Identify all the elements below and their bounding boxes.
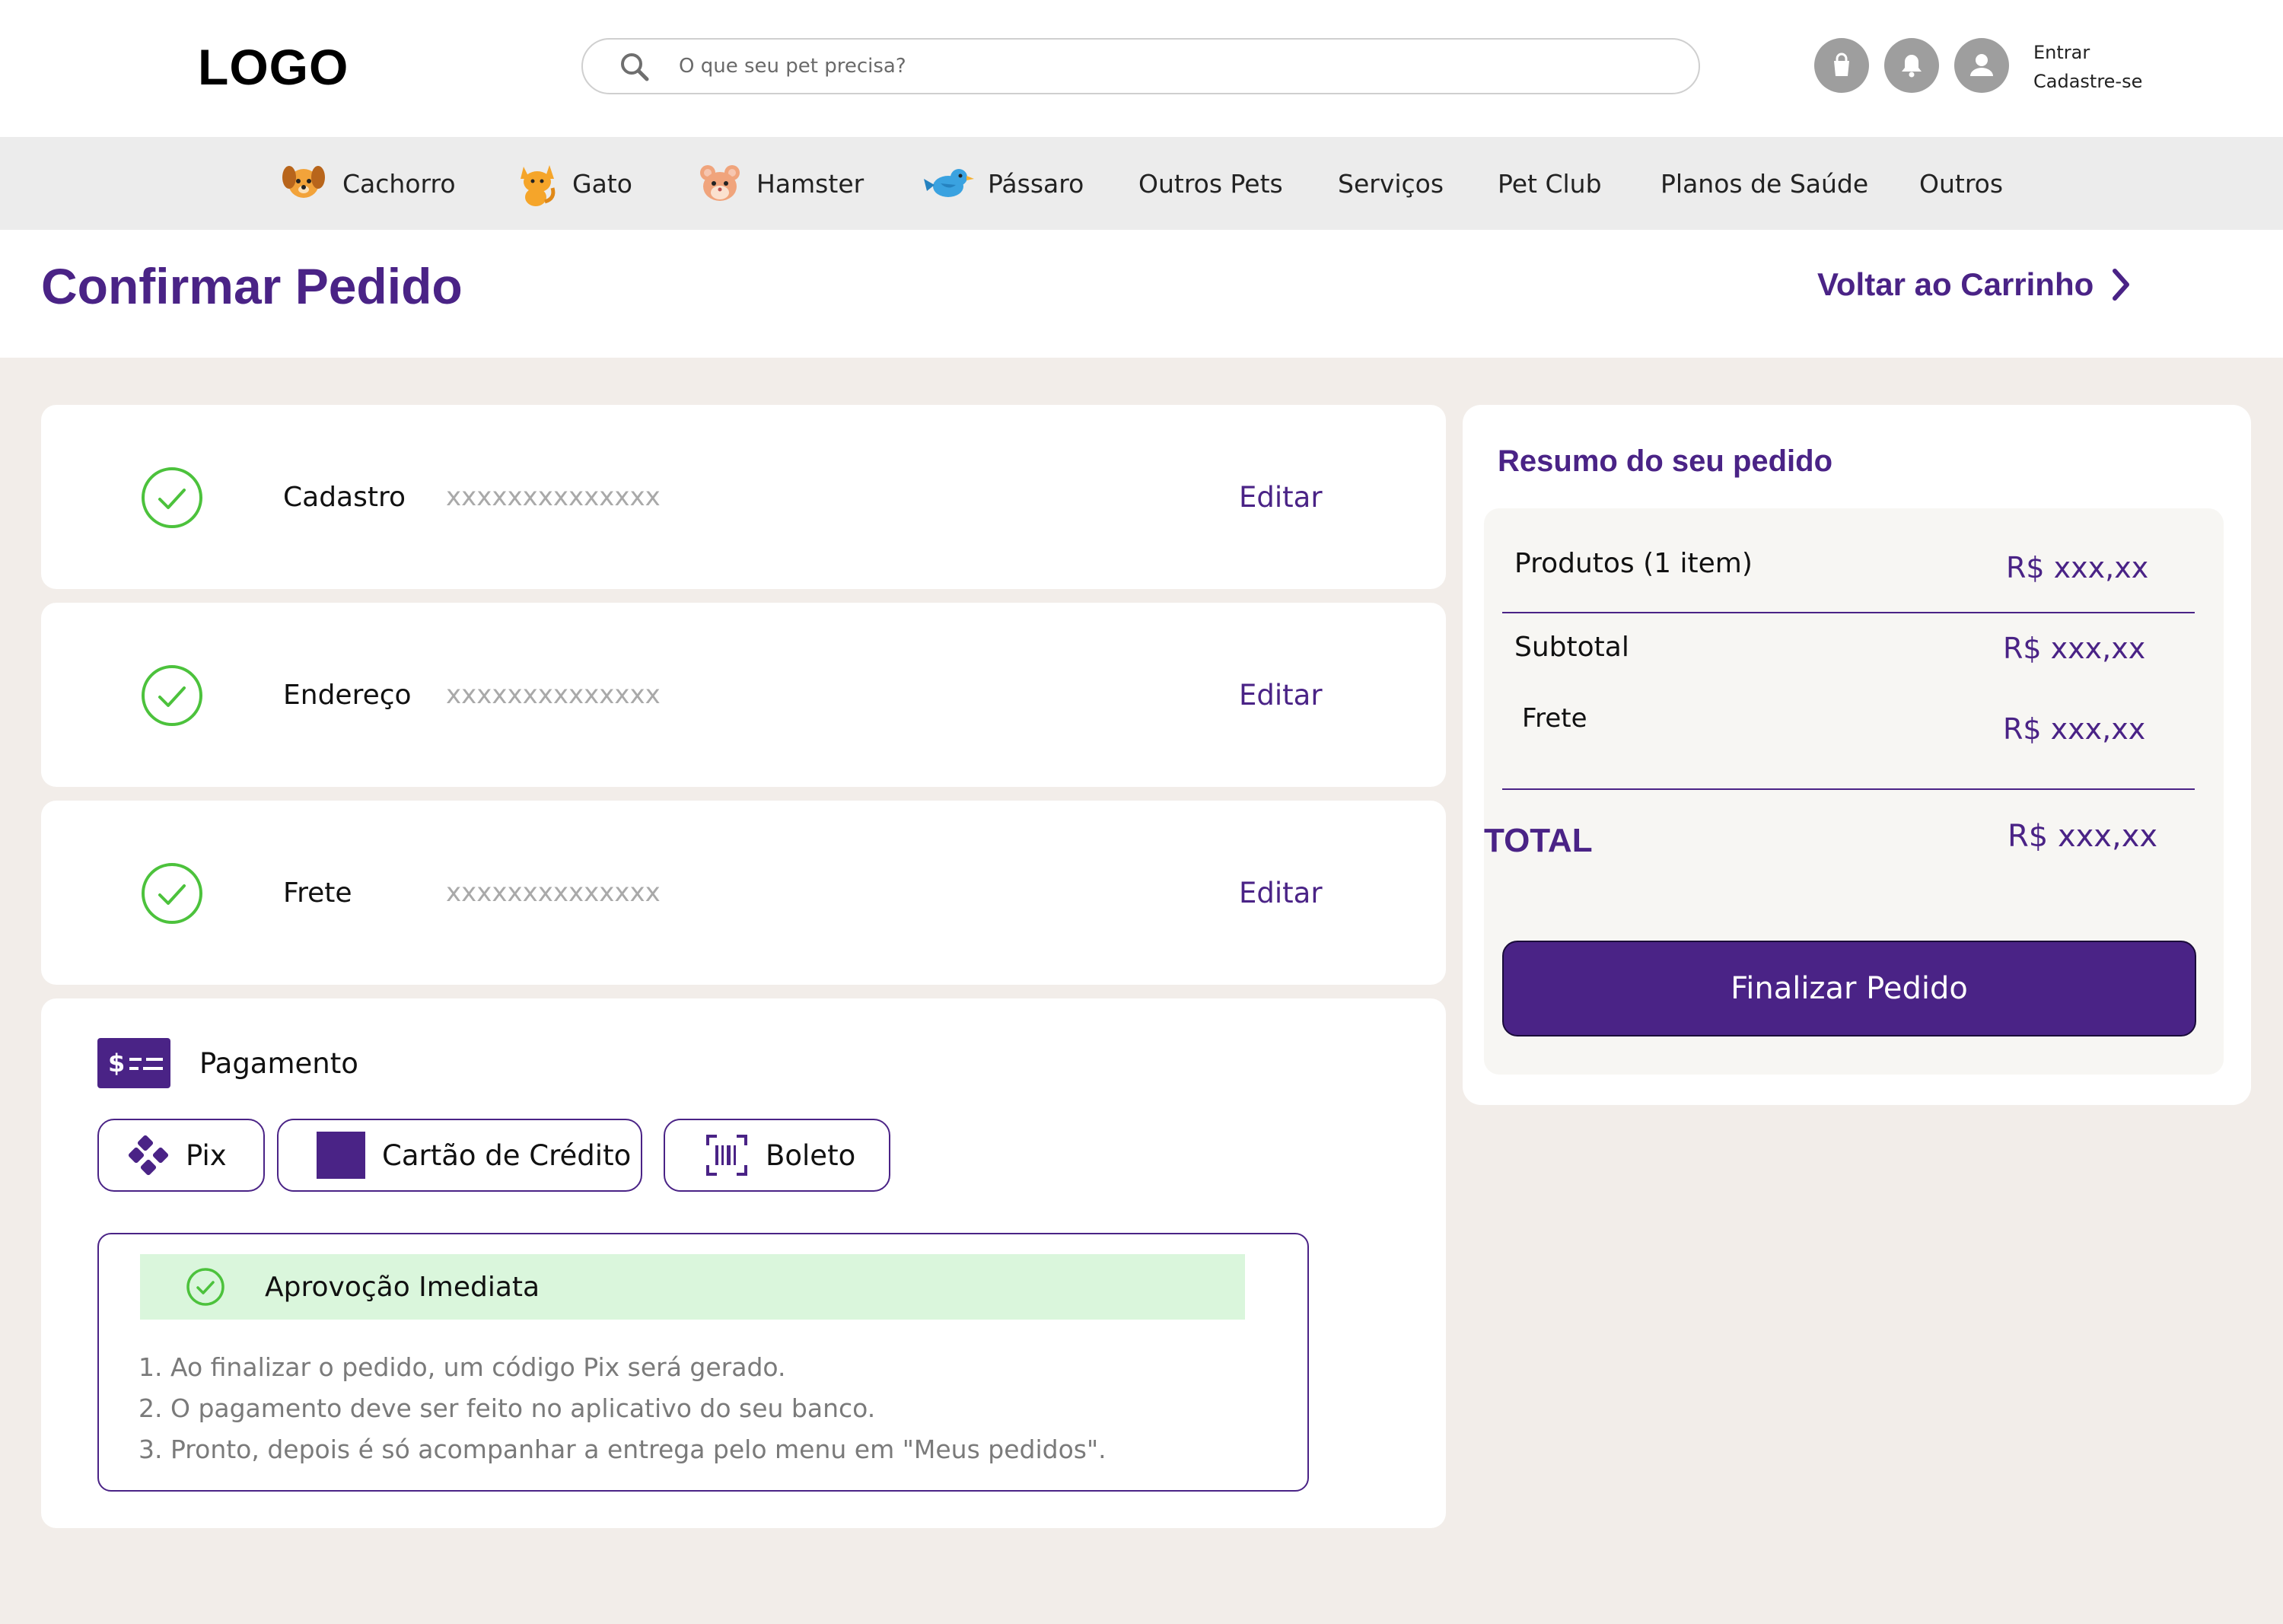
auth-links: Entrar Cadastre-se <box>2033 38 2142 96</box>
total-label: TOTAL <box>1484 822 1593 859</box>
pix-option-label: Pix <box>186 1138 227 1172</box>
bell-icon[interactable] <box>1884 38 1939 93</box>
check-circle-icon <box>142 467 202 528</box>
payment-icon: $ <box>97 1038 170 1088</box>
nav-label: Cachorro <box>342 168 456 199</box>
nav-item-cachorro[interactable]: Cachorro <box>279 137 456 230</box>
credit-card-option-label: Cartão de Crédito <box>382 1138 632 1172</box>
check-circle-icon <box>142 665 202 726</box>
bird-icon <box>924 162 974 205</box>
nav-item-pet-club[interactable]: Pet Club <box>1498 137 1602 230</box>
step-label: Endereço <box>283 679 412 711</box>
instruction-item: 1. Ao finalizar o pedido, um código Pix … <box>139 1352 786 1382</box>
nav-item-servicos[interactable]: Serviços <box>1338 137 1444 230</box>
order-summary: Resumo do seu pedido Produtos (1 item) R… <box>1463 405 2251 1105</box>
credit-card-icon <box>317 1132 365 1179</box>
subtotal-value: R$ xxx,xx <box>2003 632 2146 665</box>
step-label: Cadastro <box>283 481 406 513</box>
nav-item-hamster[interactable]: Hamster <box>697 137 864 230</box>
total-value: R$ xxx,xx <box>2008 819 2158 854</box>
instruction-item: 2. O pagamento deve ser feito no aplicat… <box>139 1393 876 1423</box>
nav-label: Pássaro <box>988 168 1084 199</box>
category-nav: Cachorro Gato Hamster Pássaro Outros Pet… <box>0 137 2283 230</box>
check-circle-icon <box>186 1267 225 1307</box>
nav-label: Gato <box>572 168 632 199</box>
search-input[interactable] <box>679 47 1668 85</box>
register-link[interactable]: Cadastre-se <box>2033 67 2142 96</box>
nav-label: Pet Club <box>1498 168 1602 199</box>
edit-frete-button[interactable]: Editar <box>1239 801 1323 985</box>
nav-item-planos-de-saude[interactable]: Planos de Saúde <box>1661 137 1868 230</box>
payment-label: Pagamento <box>199 1046 358 1080</box>
nav-label: Outros <box>1919 168 2004 199</box>
pix-details-panel: Aprovoção Imediata 1. Ao finalizar o ped… <box>97 1233 1309 1492</box>
credit-card-option-button[interactable]: Cartão de Crédito <box>277 1119 642 1192</box>
back-to-cart-label: Voltar ao Carrinho <box>1817 266 2094 302</box>
page-title: Confirmar Pedido <box>41 258 463 314</box>
summary-title: Resumo do seu pedido <box>1498 444 1833 478</box>
svg-text:$: $ <box>108 1049 125 1078</box>
nav-item-outros[interactable]: Outros <box>1919 137 2003 230</box>
payment-header: $ Pagamento <box>97 1038 358 1088</box>
instruction-item: 3. Pronto, depois é só acompanhar a entr… <box>139 1435 1106 1464</box>
chevron-right-icon <box>2113 269 2130 301</box>
divider <box>1502 612 2195 613</box>
step-value: xxxxxxxxxxxxxx <box>446 482 661 512</box>
nav-label: Planos de Saúde <box>1661 168 1869 199</box>
edit-endereco-button[interactable]: Editar <box>1239 603 1323 787</box>
site-header: LOGO Entrar Cadastre-se <box>0 0 2283 137</box>
hamster-icon <box>697 162 743 205</box>
pix-icon <box>128 1135 169 1176</box>
shopping-bag-icon[interactable] <box>1814 38 1869 93</box>
nav-label: Hamster <box>756 168 864 199</box>
search-bar[interactable] <box>581 38 1700 94</box>
step-card-cadastro: Cadastro xxxxxxxxxxxxxx Editar <box>41 405 1446 589</box>
pix-instructions: 1. Ao finalizar o pedido, um código Pix … <box>139 1347 1106 1470</box>
cat-icon <box>516 159 559 208</box>
nav-label: Serviços <box>1338 168 1444 199</box>
nav-label: Outros Pets <box>1138 168 1283 199</box>
edit-cadastro-button[interactable]: Editar <box>1239 405 1323 589</box>
back-to-cart-link[interactable]: Voltar ao Carrinho <box>1817 260 2132 309</box>
payment-card: $ Pagamento Pix Cartão de Crédito Boleto… <box>41 998 1446 1528</box>
step-label: Frete <box>283 877 352 909</box>
user-icon[interactable] <box>1954 38 2009 93</box>
products-value: R$ xxx,xx <box>2006 551 2149 584</box>
step-value: xxxxxxxxxxxxxx <box>446 877 661 908</box>
dog-icon <box>279 161 329 206</box>
nav-item-outros-pets[interactable]: Outros Pets <box>1138 137 1283 230</box>
step-card-frete: Frete xxxxxxxxxxxxxx Editar <box>41 801 1446 985</box>
shipping-label: Frete <box>1522 703 1587 734</box>
nav-item-passaro[interactable]: Pássaro <box>924 137 1084 230</box>
nav-item-gato[interactable]: Gato <box>516 137 632 230</box>
search-icon[interactable] <box>618 50 651 84</box>
step-card-endereco: Endereço xxxxxxxxxxxxxx Editar <box>41 603 1446 787</box>
approval-banner: Aprovoção Imediata <box>140 1254 1245 1320</box>
pix-option-button[interactable]: Pix <box>97 1119 265 1192</box>
products-label: Produtos (1 item) <box>1514 548 1753 579</box>
login-link[interactable]: Entrar <box>2033 38 2142 67</box>
approval-text: Aprovoção Imediata <box>265 1271 540 1303</box>
boleto-option-label: Boleto <box>766 1138 856 1172</box>
check-circle-icon <box>142 863 202 924</box>
finalize-order-button[interactable]: Finalizar Pedido <box>1502 941 2196 1036</box>
barcode-icon <box>705 1133 749 1177</box>
boleto-option-button[interactable]: Boleto <box>664 1119 890 1192</box>
subtotal-label: Subtotal <box>1514 632 1629 663</box>
summary-panel: Produtos (1 item) R$ xxx,xx Subtotal R$ … <box>1484 508 2224 1075</box>
shipping-value: R$ xxx,xx <box>2003 712 2146 746</box>
divider <box>1502 788 2195 790</box>
title-bar: Confirmar Pedido Voltar ao Carrinho <box>0 230 2283 358</box>
step-value: xxxxxxxxxxxxxx <box>446 680 661 710</box>
logo[interactable]: LOGO <box>198 38 349 96</box>
